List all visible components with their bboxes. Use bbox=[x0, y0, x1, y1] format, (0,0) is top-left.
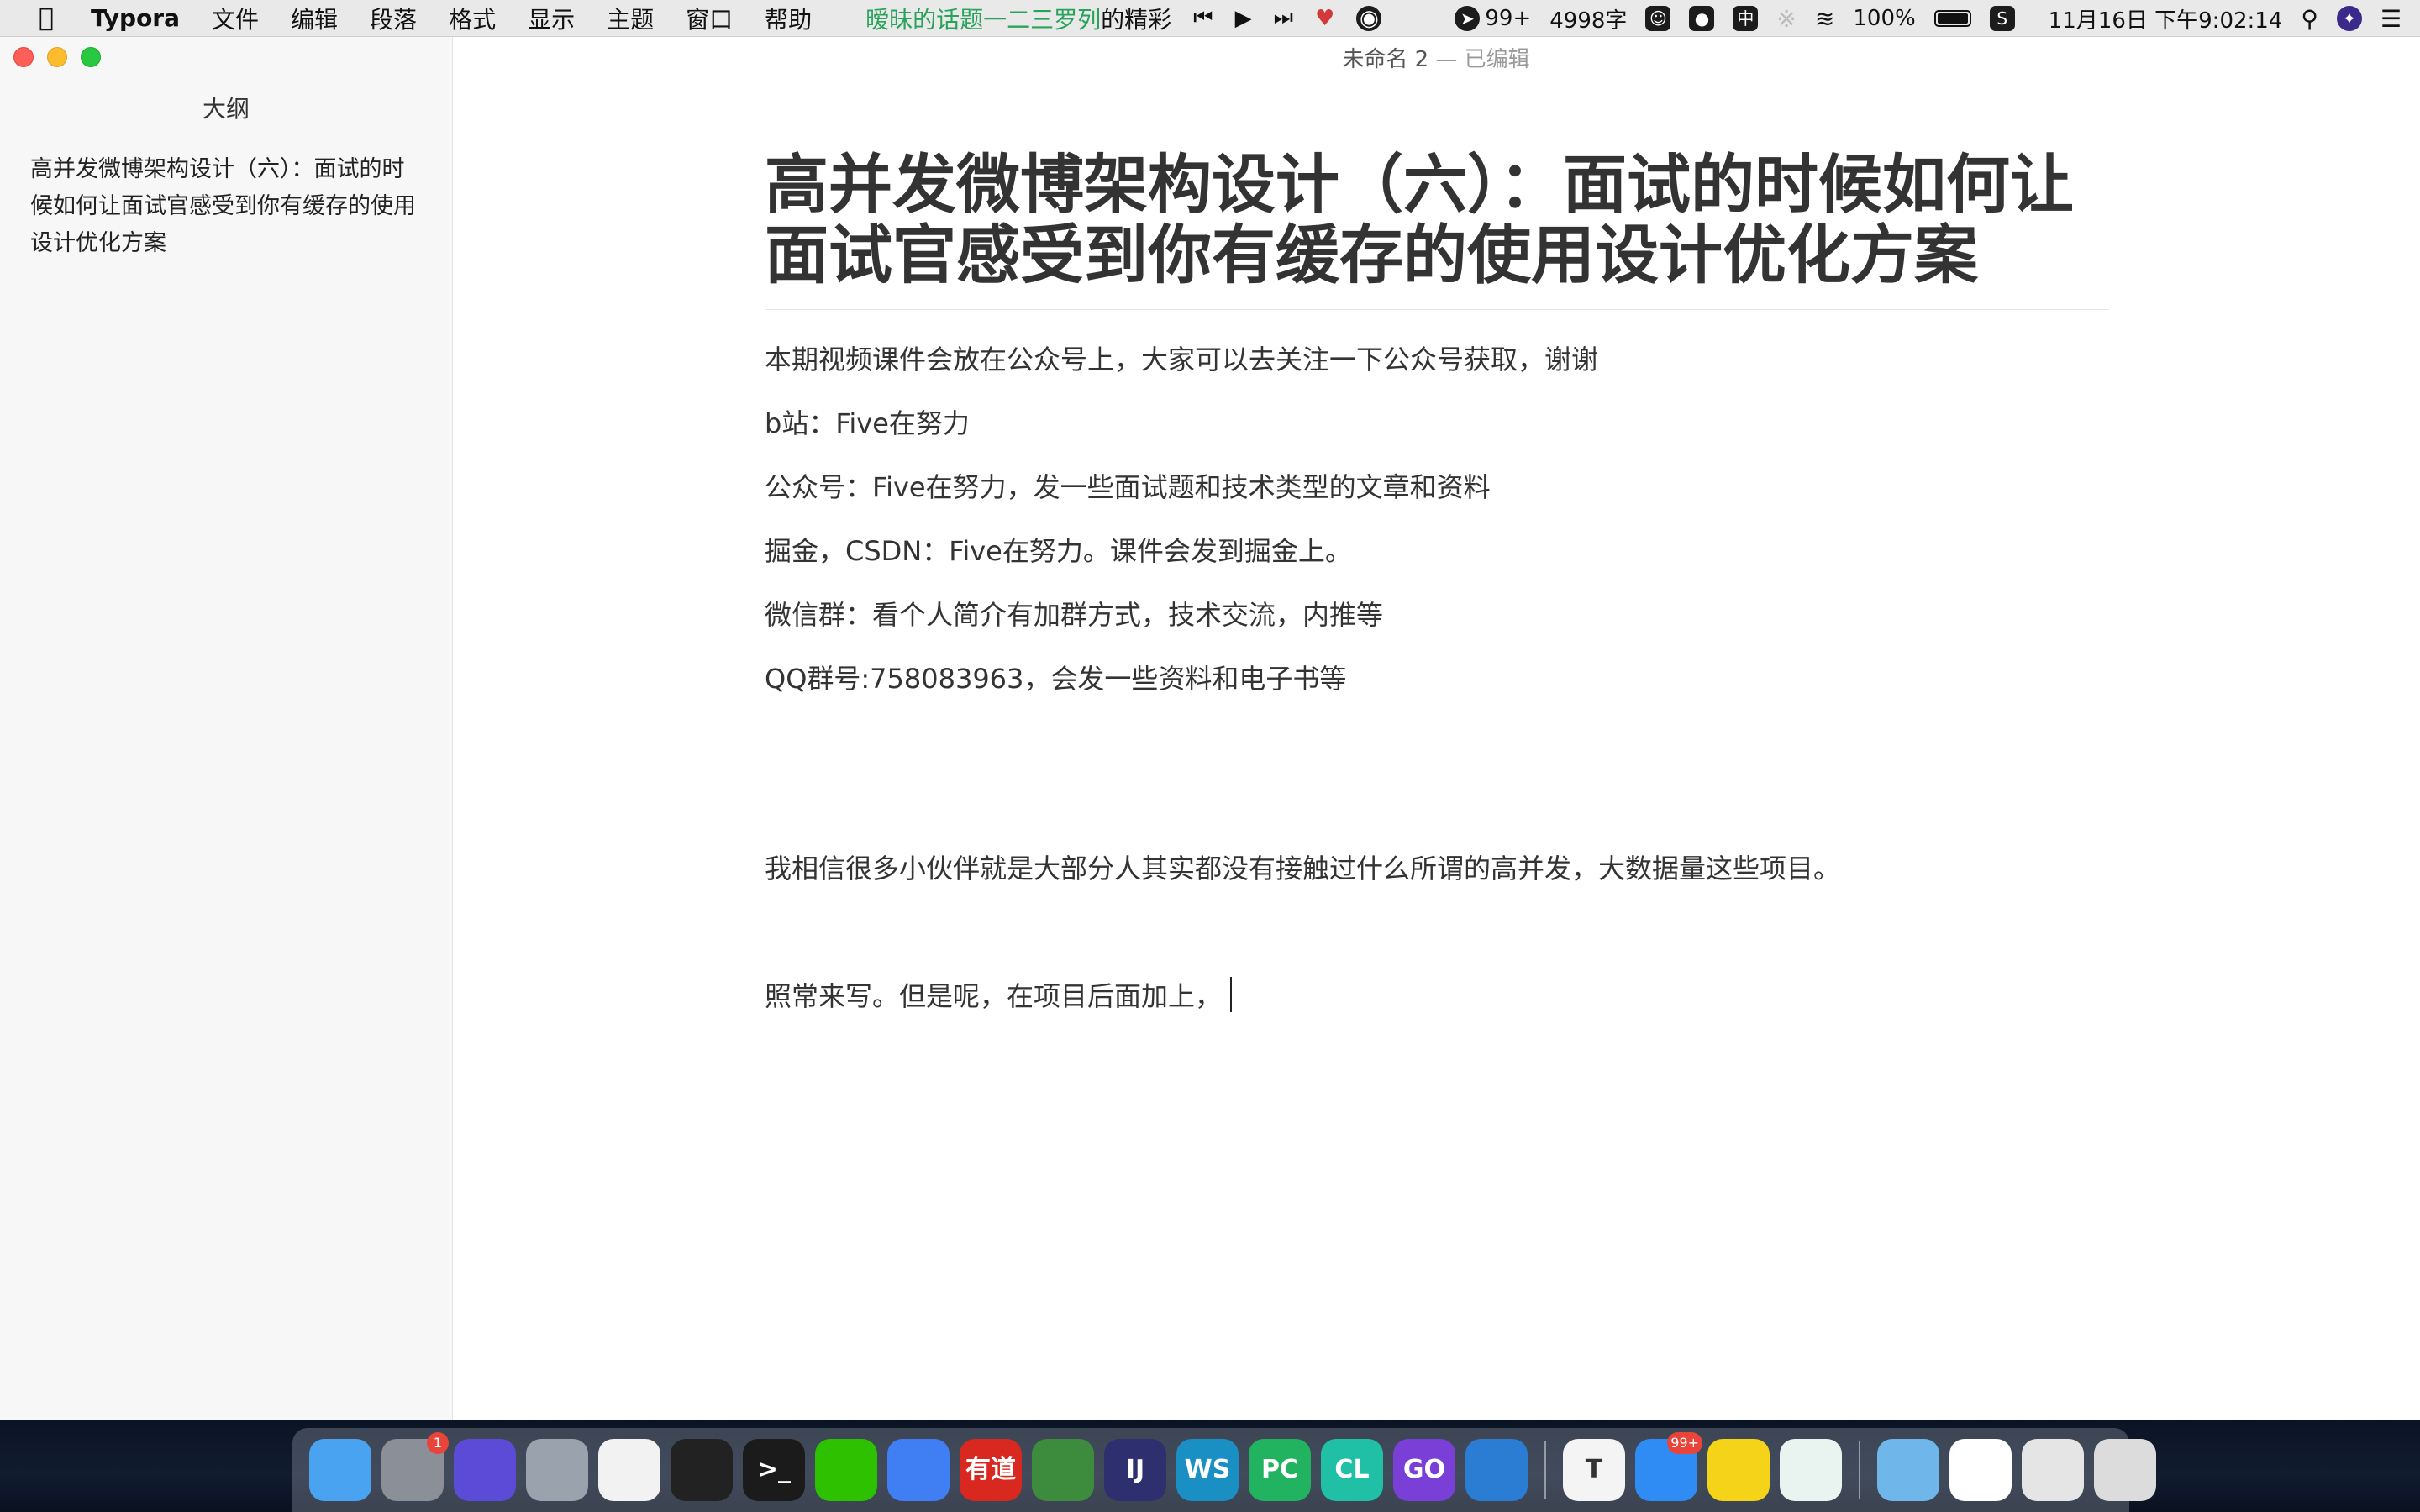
notification-badge: 99+ bbox=[1667, 1432, 1702, 1454]
intellij-icon[interactable]: IJ bbox=[1104, 1439, 1166, 1501]
song-suffix: 的精彩 bbox=[1101, 5, 1172, 34]
document-heading[interactable]: 高并发微博架构设计（六）：面试的时候如何让面试官感受到你有缓存的使用设计优化方案 bbox=[765, 150, 2109, 310]
downloads-folder-icon[interactable] bbox=[1877, 1439, 1939, 1501]
input-method-icon[interactable]: 中 bbox=[1733, 6, 1759, 31]
webstorm-label: WS bbox=[1184, 1455, 1231, 1484]
qq-music-icon[interactable] bbox=[1707, 1439, 1770, 1501]
lark-icon[interactable] bbox=[887, 1439, 950, 1501]
status-area: ➤ 99+ 4998字 ☺ ● 中 ※ ≋ 100% S 11月16日 下午9:… bbox=[1455, 0, 2420, 37]
dock-separator bbox=[1859, 1441, 1860, 1499]
notification-count: 99+ bbox=[1485, 6, 1532, 31]
youdao-label: 有道 bbox=[965, 1455, 1016, 1484]
now-playing-title[interactable]: 暧昧的话题一二三罗列的精彩 bbox=[865, 2, 1171, 35]
spotlight-search-icon[interactable]: ⚲ bbox=[2301, 5, 2318, 33]
wifi-icon[interactable]: ≋ bbox=[1815, 5, 1834, 33]
outline-heading: 大纲 bbox=[202, 95, 250, 123]
text-cursor bbox=[1230, 977, 1233, 1012]
zoom-window-button[interactable] bbox=[81, 47, 101, 67]
next-track-icon[interactable]: ⏭ bbox=[1274, 5, 1293, 31]
close-window-button[interactable] bbox=[13, 47, 34, 67]
webstorm-icon[interactable]: WS bbox=[1176, 1439, 1239, 1501]
youdao-icon[interactable]: 有道 bbox=[960, 1439, 1022, 1501]
notification-badge: 1 bbox=[427, 1432, 449, 1454]
anaconda-icon[interactable] bbox=[1032, 1439, 1094, 1501]
document-preview-icon[interactable] bbox=[1949, 1439, 2012, 1501]
screenshot-tool-icon[interactable]: ☺ bbox=[1645, 6, 1671, 31]
paragraph[interactable]: 微信群：看个人简介有加群方式，技术交流，内推等 bbox=[765, 596, 2109, 634]
menu-view[interactable]: 显示 bbox=[528, 2, 575, 35]
word-count[interactable]: 4998字 bbox=[1549, 3, 1627, 34]
paragraph-text: 照常来写。但是呢，在项目后面加上， bbox=[765, 980, 1223, 1012]
microphone-icon[interactable]: ● bbox=[1689, 6, 1715, 31]
menu-file[interactable]: 文件 bbox=[212, 2, 259, 35]
qq-icon[interactable] bbox=[671, 1439, 733, 1501]
active-paragraph[interactable]: 照常来写。但是呢，在项目后面加上， bbox=[765, 977, 2109, 1016]
menu-window[interactable]: 窗口 bbox=[686, 2, 733, 35]
paragraph[interactable]: 我相信很多小伙伴就是大部分人其实都没有接触过什么所谓的高并发，大数据量这些项目。 bbox=[765, 849, 2109, 888]
menu-help[interactable]: 帮助 bbox=[765, 2, 812, 35]
clock[interactable]: 11月16日 下午9:02:14 bbox=[2049, 3, 2283, 34]
previous-track-icon[interactable]: ⏮ bbox=[1193, 5, 1213, 31]
finder-icon[interactable] bbox=[309, 1439, 371, 1501]
apple-menu-icon[interactable]:  bbox=[34, 3, 59, 33]
window-title: 未命名 2 — 已编辑 bbox=[452, 42, 2420, 73]
siri-menubar-icon[interactable]: ✦ bbox=[2336, 6, 2362, 31]
pycharm-icon[interactable]: PC bbox=[1249, 1439, 1311, 1501]
document-editor[interactable]: 高并发微博架构设计（六）：面试的时候如何让面试官感受到你有缓存的使用设计优化方案… bbox=[765, 150, 2109, 1016]
play-icon[interactable]: ▶ bbox=[1235, 6, 1252, 31]
menu-edit[interactable]: 编辑 bbox=[291, 2, 338, 35]
edited-status: — 已编辑 bbox=[1435, 47, 1530, 72]
window-controls bbox=[13, 47, 114, 67]
wechat-icon[interactable] bbox=[815, 1439, 877, 1501]
goland-label: GO bbox=[1402, 1455, 1446, 1484]
typora-label: T bbox=[1585, 1455, 1603, 1484]
dock: 1 >_ 有道 IJ WS PC CL GO T 99+ bbox=[292, 1428, 2156, 1512]
app-window-icon[interactable] bbox=[2022, 1439, 2084, 1501]
heart-icon[interactable]: ♥ bbox=[1315, 6, 1334, 31]
trash-icon[interactable] bbox=[2094, 1439, 2156, 1501]
chrome-icon[interactable] bbox=[598, 1439, 660, 1501]
typora-window: 大纲 高并发微博架构设计（六）：面试的时候如何让面试官感受到你有缓存的使用设计优… bbox=[0, 37, 2420, 1420]
clion-icon[interactable]: CL bbox=[1321, 1439, 1383, 1501]
paragraph[interactable]: 本期视频课件会放在公众号上，大家可以去关注一下公众号获取，谢谢 bbox=[765, 340, 2109, 379]
typora-icon[interactable]: T bbox=[1563, 1439, 1625, 1501]
terminal-icon[interactable]: >_ bbox=[743, 1439, 805, 1501]
tool-globe-icon[interactable]: ◉ bbox=[1356, 5, 1382, 31]
launchpad-icon[interactable] bbox=[526, 1439, 588, 1501]
bird-icon: ➤ bbox=[1455, 6, 1481, 31]
paragraph[interactable]: b站：Five在努力 bbox=[765, 404, 2109, 443]
intellij-label: IJ bbox=[1125, 1455, 1145, 1484]
menu-theme[interactable]: 主题 bbox=[607, 2, 654, 35]
dock-separator bbox=[1544, 1441, 1546, 1499]
dingtalk-icon[interactable]: 99+ bbox=[1635, 1432, 1702, 1501]
document-name: 未命名 2 bbox=[1342, 47, 1429, 72]
clion-label: CL bbox=[1334, 1455, 1370, 1484]
outline-sidebar: 大纲 高并发微博架构设计（六）：面试的时候如何让面试官感受到你有缓存的使用设计优… bbox=[0, 37, 453, 1420]
siri-icon[interactable] bbox=[454, 1439, 516, 1501]
battery-percent[interactable]: 100% bbox=[1853, 6, 1915, 31]
vscode-icon[interactable] bbox=[1465, 1439, 1528, 1501]
minimize-window-button[interactable] bbox=[47, 47, 67, 67]
notification-center-icon[interactable]: ☰ bbox=[2381, 5, 2402, 33]
paragraph[interactable]: QQ群号:758083963，会发一些资料和电子书等 bbox=[765, 659, 2109, 698]
outline-item[interactable]: 高并发微博架构设计（六）：面试的时候如何让面试官感受到你有缓存的使用设计优化方案 bbox=[30, 151, 425, 262]
paragraph[interactable]: 掘金，CSDN：Five在努力。课件会发到掘金上。 bbox=[765, 532, 2109, 570]
pycharm-label: PC bbox=[1260, 1455, 1298, 1484]
notification-indicator[interactable]: ➤ 99+ bbox=[1455, 6, 1531, 31]
goland-icon[interactable]: GO bbox=[1393, 1439, 1455, 1501]
battery-level bbox=[1937, 13, 1968, 24]
sougou-input-icon[interactable]: S bbox=[1989, 6, 2015, 31]
menu-paragraph[interactable]: 段落 bbox=[370, 2, 417, 35]
bluetooth-icon[interactable]: ※ bbox=[1776, 5, 1796, 33]
terminal-label: >_ bbox=[756, 1455, 792, 1484]
app-menu[interactable]: Typora bbox=[91, 4, 180, 32]
menu-format[interactable]: 格式 bbox=[449, 2, 496, 35]
system-preferences-icon[interactable]: 1 bbox=[381, 1432, 449, 1501]
paragraph[interactable]: 公众号：Five在努力，发一些面试题和技术类型的文章和资料 bbox=[765, 468, 2109, 507]
evernote-icon[interactable] bbox=[1780, 1439, 1842, 1501]
menu-bar:  Typora 文件 编辑 段落 格式 显示 主题 窗口 帮助 暧昧的话题一二… bbox=[0, 0, 2420, 37]
song-title: 暧昧的话题一二三罗列 bbox=[865, 5, 1102, 34]
battery-icon[interactable] bbox=[1933, 10, 1971, 27]
